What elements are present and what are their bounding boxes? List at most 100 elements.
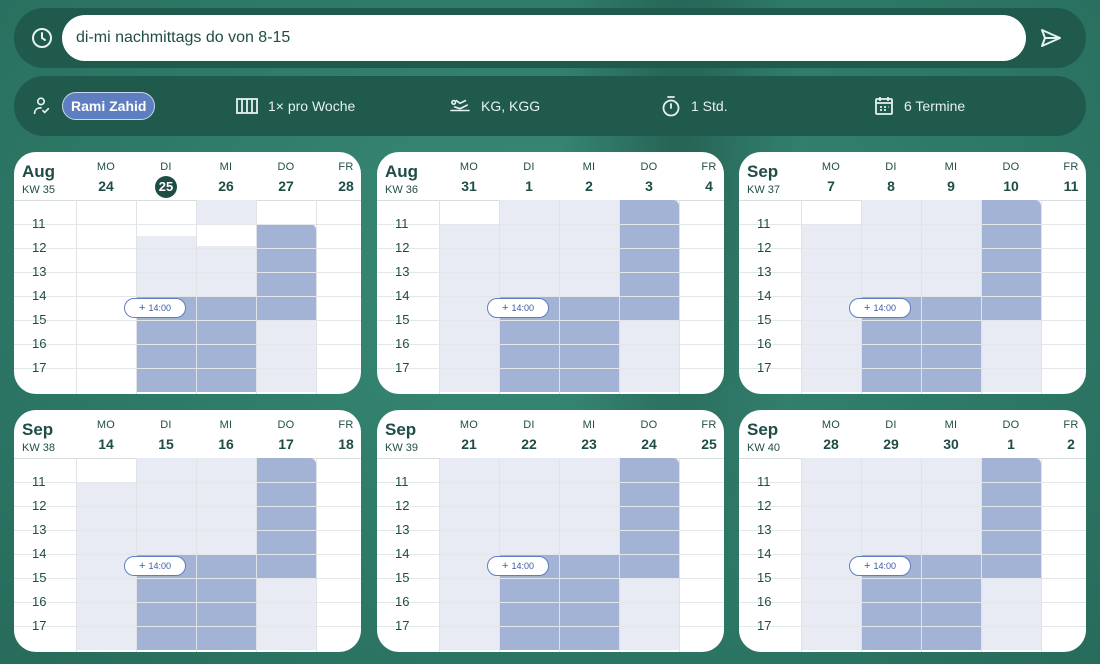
day-header[interactable]: DO 27	[256, 152, 316, 200]
day-header[interactable]: MO 31	[439, 152, 499, 200]
add-appointment-button[interactable]: +14:00	[124, 298, 186, 318]
day-header[interactable]: FR 18	[316, 410, 361, 458]
send-icon[interactable]	[1038, 26, 1064, 50]
day-header[interactable]: FR 4	[679, 152, 724, 200]
day-number: 14	[98, 436, 114, 452]
slot-time-label: 14:00	[873, 561, 896, 571]
available-slot-block[interactable]	[619, 200, 679, 320]
week-grid: 11 12 13 14 15 16 17 +14:00	[739, 458, 1086, 652]
column-line	[316, 200, 317, 394]
day-header[interactable]: MI 2	[559, 152, 619, 200]
day-header[interactable]: FR 11	[1041, 152, 1086, 200]
day-header[interactable]: MI 23	[559, 410, 619, 458]
hour-line	[739, 530, 1086, 531]
hour-line	[377, 248, 724, 249]
day-name: DI	[160, 161, 172, 173]
day-header[interactable]: DI 22	[499, 410, 559, 458]
busy-block	[196, 200, 256, 224]
add-appointment-button[interactable]: +14:00	[487, 298, 549, 318]
plus-icon: +	[502, 302, 509, 314]
hour-line	[739, 506, 1086, 507]
day-number: 22	[521, 436, 537, 452]
day-header[interactable]: MI 26	[196, 152, 256, 200]
available-slot-block[interactable]	[981, 458, 1041, 578]
week-grid: 11 12 13 14 15 16 17 +14:00	[377, 458, 724, 652]
day-header[interactable]: MI 30	[921, 410, 981, 458]
month-label: Sep	[747, 420, 779, 439]
day-header[interactable]: DI 1	[499, 152, 559, 200]
hour-label: 16	[32, 594, 47, 609]
available-slot-block[interactable]	[619, 458, 679, 578]
day-header[interactable]: DI 29	[861, 410, 921, 458]
month-label: Sep	[385, 420, 417, 439]
hour-label: 13	[757, 264, 772, 279]
frequency-label: 1× pro Woche	[268, 98, 356, 114]
column-line	[559, 200, 560, 394]
add-appointment-button[interactable]: +14:00	[849, 298, 911, 318]
hour-label: 12	[395, 498, 410, 513]
day-header[interactable]: MO 21	[439, 410, 499, 458]
column-line	[981, 200, 982, 394]
day-header[interactable]: DI 25	[136, 152, 196, 200]
day-header[interactable]: MO 14	[76, 410, 136, 458]
hour-line	[739, 578, 1086, 579]
day-number: 2	[585, 178, 593, 194]
hour-line	[377, 602, 724, 603]
busy-block	[196, 245, 256, 296]
day-header[interactable]: DI 8	[861, 152, 921, 200]
day-number-today: 25	[136, 176, 196, 198]
day-header[interactable]: DO 10	[981, 152, 1041, 200]
hour-label: 12	[32, 240, 47, 255]
day-name: MI	[219, 419, 233, 431]
day-header[interactable]: FR 28	[316, 152, 361, 200]
busy-block	[981, 578, 1041, 650]
add-appointment-button[interactable]: +14:00	[124, 556, 186, 576]
available-slot-block[interactable]	[981, 200, 1041, 320]
day-header[interactable]: FR 25	[679, 410, 724, 458]
add-appointment-button[interactable]: +14:00	[849, 556, 911, 576]
day-name: FR	[701, 161, 717, 173]
week-card: Sep KW 37 MO 7 DI 8 MI 9 DO 10 FR 11 11 12 13 14 15 16 17 +…	[739, 152, 1086, 394]
day-number: 9	[947, 178, 955, 194]
hour-label: 14	[395, 546, 410, 561]
add-appointment-button[interactable]: +14:00	[487, 556, 549, 576]
hour-label: 11	[395, 474, 409, 489]
day-number: 1	[525, 178, 533, 194]
available-slot-block[interactable]	[256, 458, 316, 578]
day-number: 17	[278, 436, 294, 452]
week-number-label: KW 40	[747, 442, 781, 454]
day-header[interactable]: DO 1	[981, 410, 1041, 458]
massage-icon	[449, 97, 471, 115]
day-header[interactable]: MO 28	[801, 410, 861, 458]
day-header[interactable]: FR 2	[1041, 410, 1086, 458]
hour-line	[14, 554, 361, 555]
search-input[interactable]: di-mi nachmittags do von 8-15	[62, 15, 1026, 61]
hour-label: 13	[757, 522, 772, 537]
column-line	[256, 458, 257, 652]
therapist-chip[interactable]: Rami Zahid	[62, 92, 156, 120]
day-header[interactable]: MO 7	[801, 152, 861, 200]
day-header[interactable]: MI 16	[196, 410, 256, 458]
day-name: DI	[523, 161, 535, 173]
hour-label: 16	[757, 594, 772, 609]
day-name: MI	[582, 161, 596, 173]
hour-label: 15	[395, 570, 410, 585]
day-name: MO	[459, 161, 479, 173]
grid-divider	[14, 200, 361, 201]
day-header[interactable]: DI 15	[136, 410, 196, 458]
day-name: DO	[640, 161, 658, 173]
day-number: 24	[98, 178, 114, 194]
column-line	[1041, 458, 1042, 652]
hour-line	[377, 578, 724, 579]
hour-label: 14	[395, 288, 410, 303]
slot-time-label: 14:00	[148, 561, 171, 571]
day-header[interactable]: DO 24	[619, 410, 679, 458]
column-line	[439, 200, 440, 394]
day-header[interactable]: MI 9	[921, 152, 981, 200]
day-header[interactable]: DO 3	[619, 152, 679, 200]
week-card: Sep KW 38 MO 14 DI 15 MI 16 DO 17 FR 18 11 12 13 14 15 16…	[14, 410, 361, 652]
hour-line	[14, 320, 361, 321]
appointments-item: 6 Termine	[874, 76, 965, 136]
day-header[interactable]: DO 17	[256, 410, 316, 458]
day-header[interactable]: MO 24	[76, 152, 136, 200]
